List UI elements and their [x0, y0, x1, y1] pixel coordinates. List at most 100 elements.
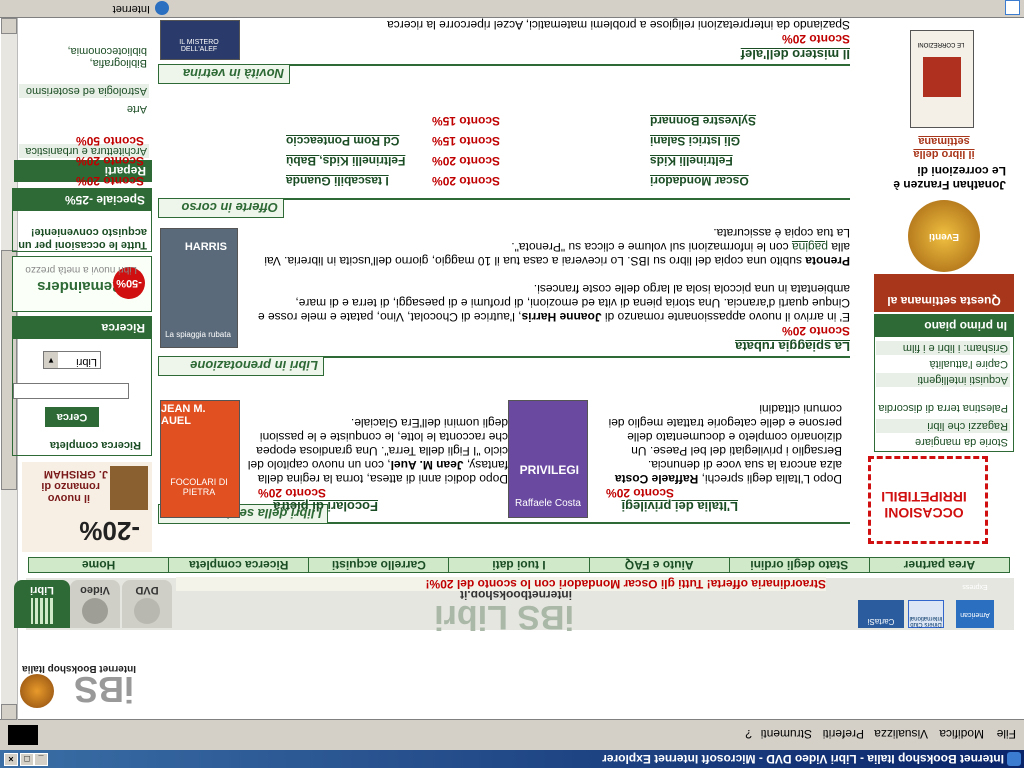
- tab-label-video: Video: [80, 584, 110, 596]
- auel-discount: Sconto 20%: [257, 486, 326, 500]
- reparti-item[interactable]: Arte: [19, 102, 149, 116]
- correzioni-cover-art: [923, 57, 961, 97]
- browser-window: Internet Bookshop Italia - Libri Video D…: [0, 0, 1024, 768]
- offer-link[interactable]: Feltrinelli Kids: [650, 154, 733, 168]
- speciale-link[interactable]: Tutte le occasioni per un acquisto conve…: [17, 225, 147, 251]
- prenotazione-text2: Prenota subito una copia del libro su IB…: [264, 240, 850, 268]
- search-button[interactable]: Cerca: [45, 407, 99, 427]
- primo-piano-item[interactable]: Storie da mangiare: [876, 435, 1010, 449]
- costa-cover[interactable]: Raffaele Costa PRIVILEGI: [508, 400, 588, 518]
- nav-ricerca-completa[interactable]: Ricerca completa: [168, 558, 309, 572]
- primo-piano-item[interactable]: Acquisti intelligenti: [876, 373, 1010, 387]
- nav-aiuto-faq[interactable]: Aiuto e FAQ: [588, 558, 729, 572]
- menu-file[interactable]: File: [997, 727, 1016, 741]
- offer-link[interactable]: I tascabili Guanda: [286, 174, 389, 188]
- search-advanced-link[interactable]: Ricerca completa: [50, 439, 141, 451]
- windows-logo-icon: [8, 725, 38, 745]
- dvd-icon: [134, 598, 160, 624]
- settimana-book-line1: Le correzioni di: [917, 164, 1006, 178]
- costa-cover-title: PRIVILEGI: [519, 463, 579, 477]
- nav-tuoi-dati[interactable]: I tuoi dati: [448, 558, 589, 572]
- status-zone: Internet: [112, 3, 150, 15]
- primo-piano-item[interactable]: Grisham: i libri e i film: [876, 341, 1010, 355]
- minimize-button[interactable]: _: [34, 753, 48, 766]
- ie-icon: [1007, 752, 1021, 766]
- menu-visualizza[interactable]: Visualizza: [874, 727, 928, 741]
- close-button[interactable]: ×: [4, 753, 18, 766]
- settimana-book-link[interactable]: il libro della settimana: [904, 134, 984, 160]
- reparti-item[interactable]: Astrologia ed esoterismo: [19, 84, 149, 98]
- prenotazione-page-link[interactable]: pagina: [792, 240, 828, 254]
- logo-emblem-icon: [20, 674, 54, 708]
- vetrina-title: Novità in vetrina: [158, 64, 290, 84]
- settimana-book-line2: Jonathan Franzen è: [893, 178, 1006, 192]
- search-input[interactable]: [13, 383, 129, 399]
- ibs-logo[interactable]: Internet Bookshop Italia iBS: [10, 658, 136, 710]
- menu-modifica[interactable]: Modifica: [939, 727, 984, 741]
- vetrina-book-title[interactable]: Il mistero dell'alef: [741, 47, 850, 62]
- auel-cover[interactable]: JEAN M. AUEL FOCOLARI DI PIETRA: [160, 400, 240, 518]
- promo-banner[interactable]: Straordinaria offerta! Tutti gli Oscar M…: [176, 577, 826, 591]
- main-nav: Area partner Stato degli ordini Aiuto e …: [28, 557, 1010, 573]
- nav-home[interactable]: Home: [29, 558, 168, 572]
- primo-piano-item[interactable]: Palestina terra di discordia: [876, 401, 1010, 415]
- globe-icon: [155, 1, 169, 15]
- prenotazione-discount: Sconto 20%: [781, 324, 850, 338]
- menu-bar: File Modifica Visualizza Preferiti Strum…: [0, 719, 1024, 750]
- offer-link[interactable]: Oscar Mondadori: [650, 174, 749, 188]
- eventi-badge[interactable]: Eventi: [908, 200, 980, 272]
- search-select[interactable]: Libri ▼: [43, 351, 101, 369]
- maximize-button[interactable]: □: [20, 753, 34, 766]
- prenotazione-book-title[interactable]: La spiaggia rubata: [735, 339, 850, 354]
- prenotazione-text3: La tua copia è assicurata.: [713, 226, 850, 240]
- vetrina-discount: Sconto 20%: [781, 32, 850, 46]
- search-title: Ricerca: [13, 317, 151, 339]
- header-tab-dvd[interactable]: DVD: [122, 580, 172, 628]
- offer-link[interactable]: Feltrinelli Kids, Babù: [286, 154, 405, 168]
- card-amex-icon: American Express: [956, 583, 994, 628]
- remainders-box[interactable]: Remainders -50% Libri nuovi a metà prezz…: [12, 256, 152, 312]
- menu-strumenti[interactable]: Strumenti: [761, 727, 812, 741]
- card-diners-icon: Diners Club International: [908, 600, 944, 628]
- grisham-line2: romanzo di: [41, 480, 100, 492]
- header-tab-libri[interactable]: Libri: [14, 580, 70, 628]
- auel-description: Dopo dodici anni di attesa, torna la reg…: [247, 416, 508, 486]
- prenotazione-title: Libri in prenotazione: [158, 356, 324, 376]
- costa-title[interactable]: L'Italia dei privilegi: [621, 499, 738, 514]
- header-tab-video[interactable]: Video: [70, 580, 120, 628]
- auel-title[interactable]: Focolari di pietra: [273, 499, 378, 514]
- vetrina-text: Spaziando da interpretazioni religiose a…: [387, 18, 850, 32]
- harris-cover[interactable]: HARRIS La spiaggia rubata: [160, 228, 238, 348]
- offer-link[interactable]: Gli Istrici Salani: [650, 134, 740, 148]
- search-box: Ricerca Libri ▼ Cerca Ricerca completa: [12, 316, 152, 456]
- grisham-promo[interactable]: -20% il nuovo romanzo di J. GRISHAM: [22, 462, 152, 552]
- settimana-box: Questa settimana al Eventi Le correzioni…: [874, 22, 1014, 312]
- offer-discount: Sconto 20%: [432, 174, 501, 188]
- menu-help[interactable]: ?: [745, 727, 752, 741]
- primo-piano-item[interactable]: Ragazzi che libri: [876, 419, 1010, 433]
- status-bar: Internet: [0, 0, 1024, 18]
- correzioni-cover-text: LE CORREZIONI: [917, 41, 965, 47]
- title-bar: Internet Bookshop Italia - Libri Video D…: [0, 750, 1024, 768]
- primo-piano-item[interactable]: Capire l'attualità: [876, 357, 1010, 371]
- alef-cover[interactable]: IL MISTERO DELL'ALEF: [160, 20, 240, 60]
- window-title: Internet Bookshop Italia - Libri Video D…: [602, 752, 1004, 766]
- nav-area-partner[interactable]: Area partner: [868, 558, 1009, 572]
- page-icon: [1005, 0, 1020, 15]
- costa-discount: Sconto 20%: [605, 486, 674, 500]
- menu-preferiti[interactable]: Preferiti: [823, 727, 864, 741]
- offer-discount: Sconto 50%: [76, 134, 145, 148]
- brand-title: iBS Libri: [434, 598, 574, 636]
- occasioni-banner[interactable]: OCCASIONI IRRIPETIBILI: [868, 456, 988, 544]
- offer-link[interactable]: Cd Rom Ponteaccio: [286, 134, 399, 148]
- libri-icon: [31, 598, 53, 624]
- nav-carrello[interactable]: Carrello acquisti: [308, 558, 449, 572]
- reparti-item[interactable]: Bibliografia, biblioteconomia,: [19, 44, 149, 70]
- offer-link[interactable]: Sylvestre Bonnard: [650, 114, 756, 128]
- offer-discount: Sconto 20%: [432, 154, 501, 168]
- harris-cover-title: La spiaggia rubata: [165, 330, 231, 339]
- harris-cover-author: HARRIS: [184, 241, 227, 253]
- correzioni-cover[interactable]: LE CORREZIONI: [910, 30, 974, 128]
- grisham-discount: -20%: [79, 516, 140, 546]
- nav-stato-ordini[interactable]: Stato degli ordini: [728, 558, 869, 572]
